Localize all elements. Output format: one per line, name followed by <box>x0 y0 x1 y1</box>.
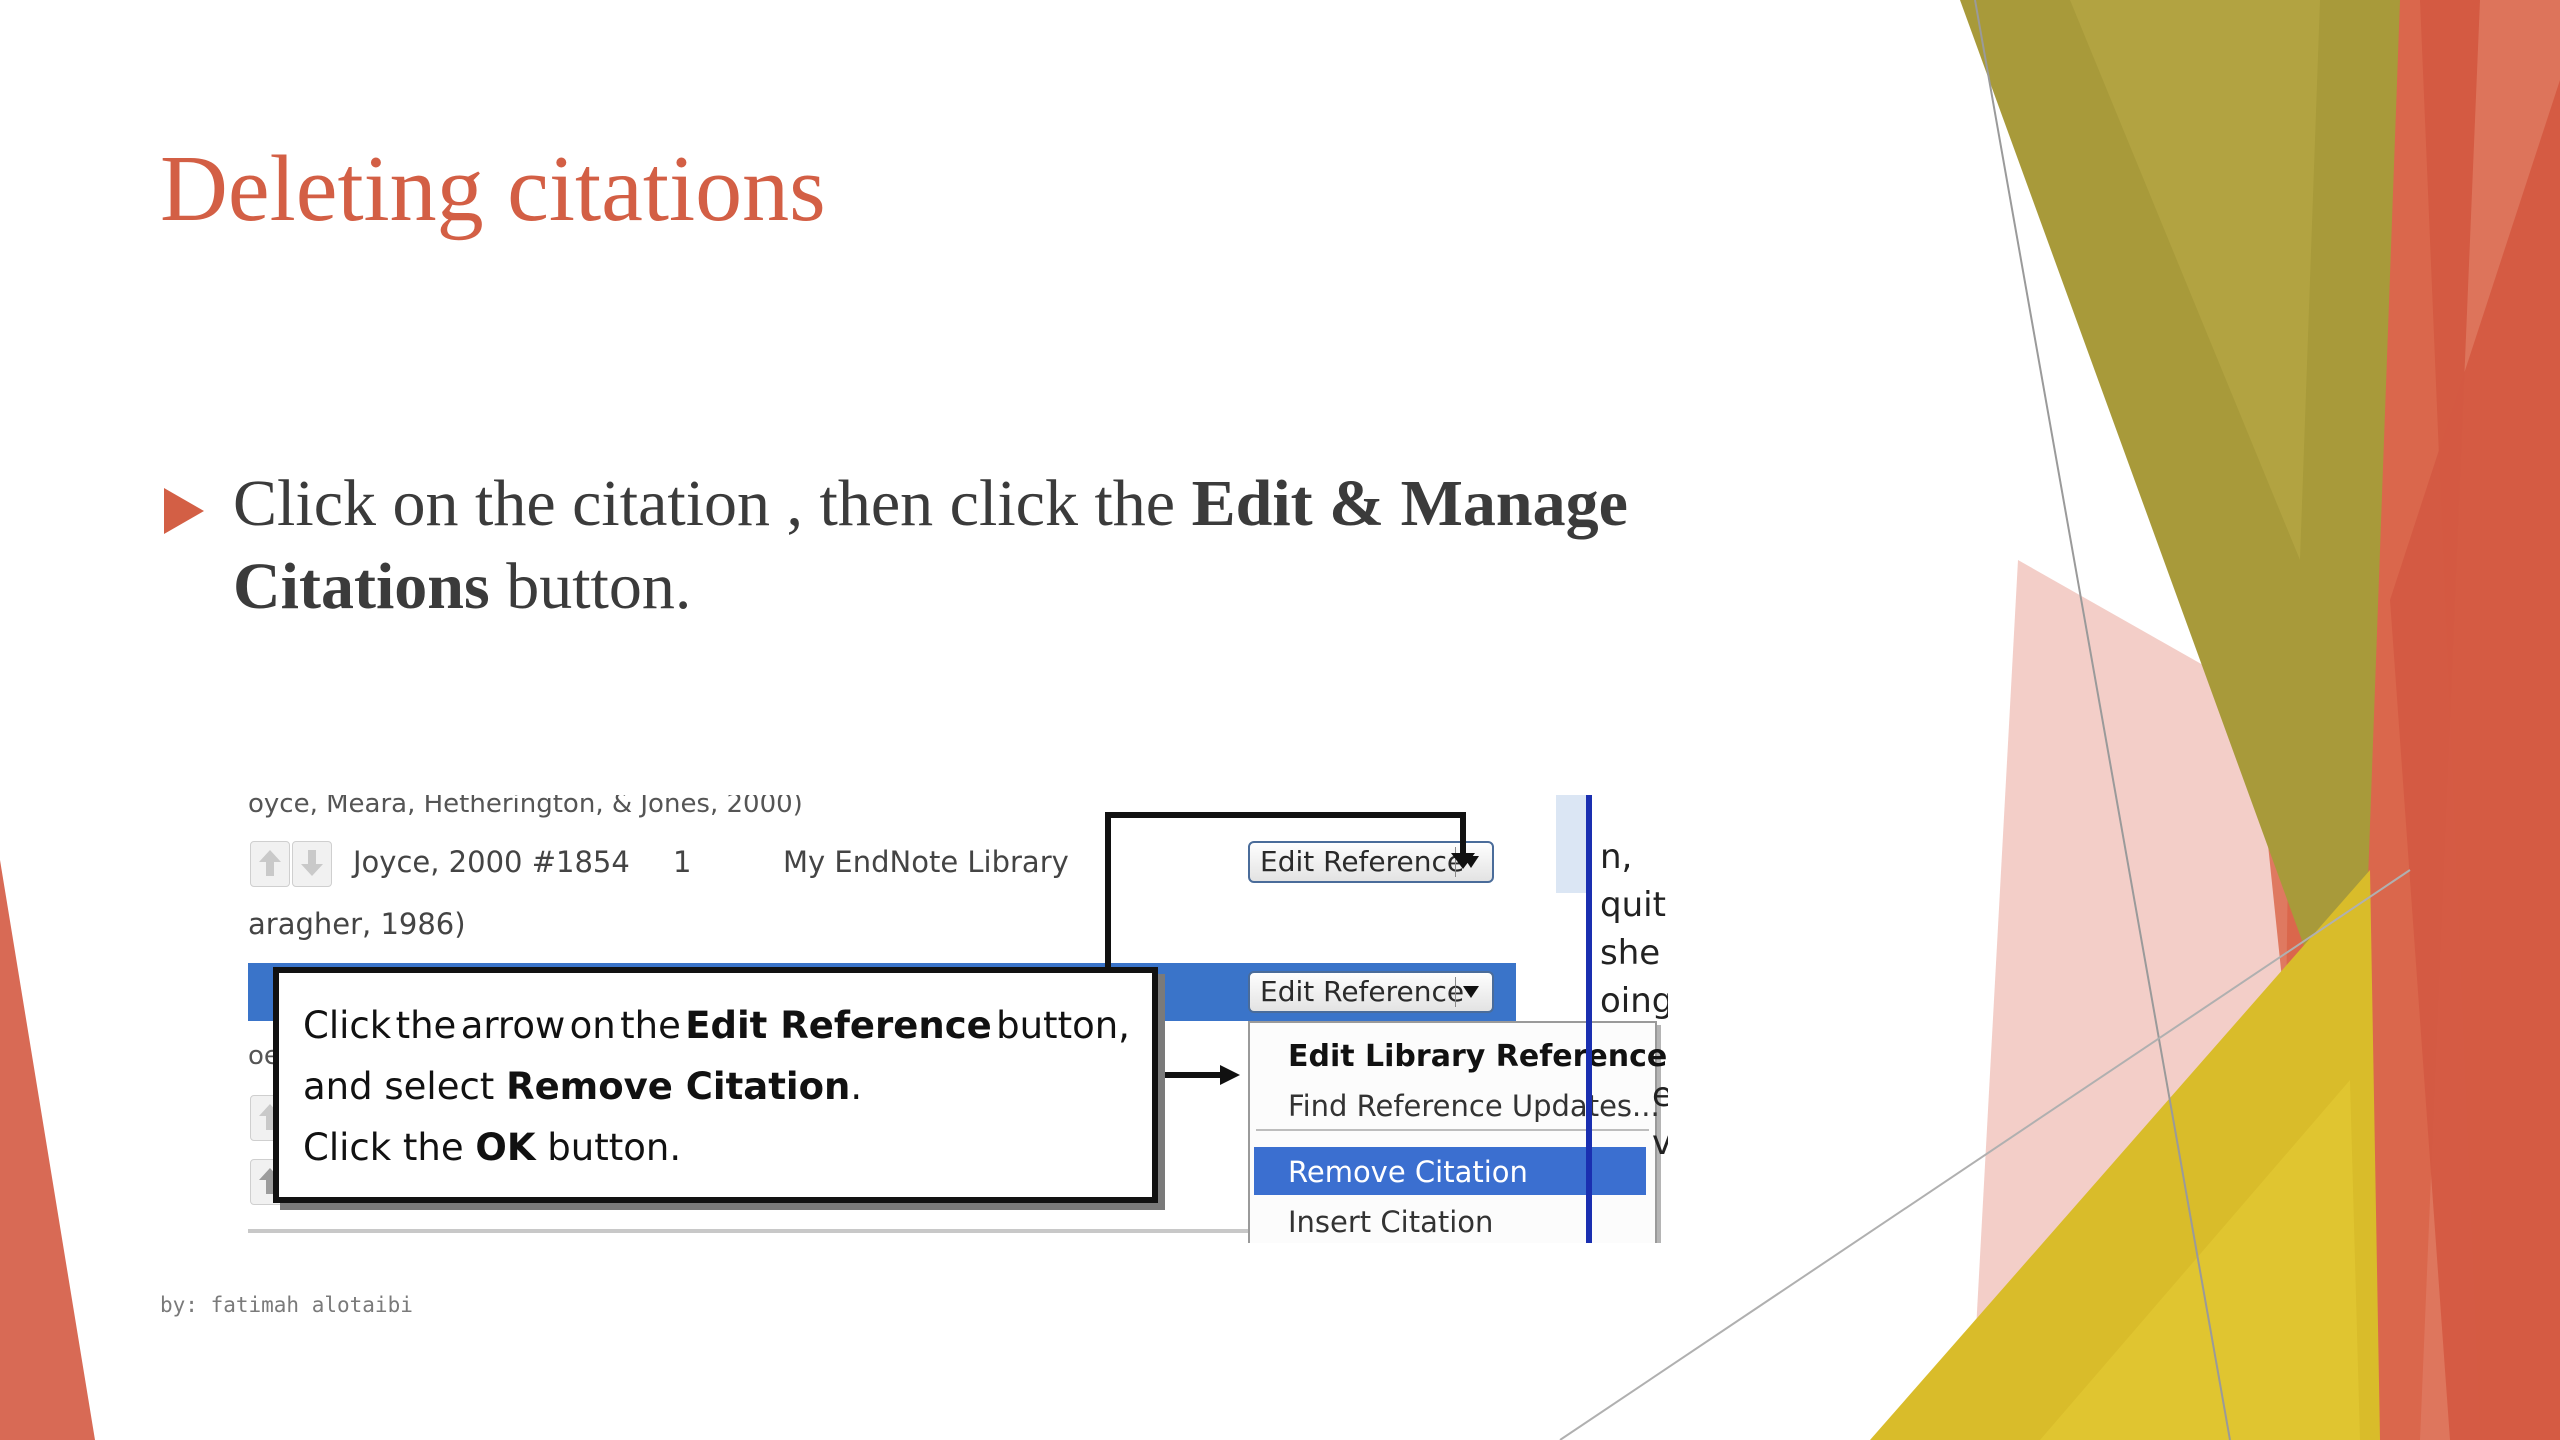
doc-text-fragment: v <box>1652 1123 1668 1163</box>
bullet-text-part2: button. <box>489 550 692 623</box>
callout-text: Click the <box>303 1126 476 1169</box>
callout-text: button. <box>535 1126 682 1169</box>
callout-word: the <box>395 1004 457 1047</box>
endnote-screenshot: oyce, Meara, Hetherington, & Jones, 2000… <box>248 795 1668 1243</box>
callout-word: arrow <box>460 1004 566 1047</box>
menu-item-insert-citation[interactable]: Insert Citation <box>1288 1205 1493 1239</box>
callout-bold-edit-reference: Edit Reference <box>685 1004 992 1047</box>
instruction-callout: Click the arrow on the Edit Reference bu… <box>273 967 1158 1203</box>
callout-bold-ok: OK <box>475 1126 536 1169</box>
doc-text-fragment: oing <box>1600 981 1668 1021</box>
scroll-thumb[interactable] <box>1556 795 1586 893</box>
bullet-text-part1: Click on the citation , then click the <box>233 467 1192 540</box>
doc-text-fragment: e <box>1652 1075 1668 1115</box>
slide-title: Deleting citations <box>160 137 826 241</box>
window-edge-line <box>1586 795 1592 1243</box>
doc-text-fragment: quit <box>1600 885 1666 925</box>
callout-line-1: Click the arrow on the Edit Reference bu… <box>303 995 1130 1056</box>
left-coral-facet <box>0 860 95 1440</box>
doc-text-fragment: n, <box>1600 837 1633 877</box>
callout-text: . <box>850 1065 863 1108</box>
slide: Deleting citations Click on the citation… <box>0 0 2560 1440</box>
bullet-text: Click on the citation , then click the E… <box>233 462 1793 628</box>
callout-line-2: and select Remove Citation. <box>303 1056 1130 1117</box>
callout-bold-remove-citation: Remove Citation <box>506 1065 851 1108</box>
callout-word: button, <box>996 1004 1130 1047</box>
callout-text: and select <box>303 1065 507 1108</box>
callout-word: the <box>620 1004 681 1047</box>
doc-text-fragment: she <box>1600 933 1661 973</box>
callout-line-3: Click the OK button. <box>303 1117 1130 1178</box>
bullet-arrow-icon <box>164 488 204 534</box>
callout-word: Click <box>303 1004 392 1047</box>
slide-footer: by: fatimah alotaibi <box>160 1293 413 1317</box>
document-edge: n, quit she oing e v <box>1556 795 1668 1243</box>
menu-item-remove-citation[interactable]: Remove Citation <box>1288 1155 1528 1189</box>
callout-word: on <box>569 1004 616 1047</box>
